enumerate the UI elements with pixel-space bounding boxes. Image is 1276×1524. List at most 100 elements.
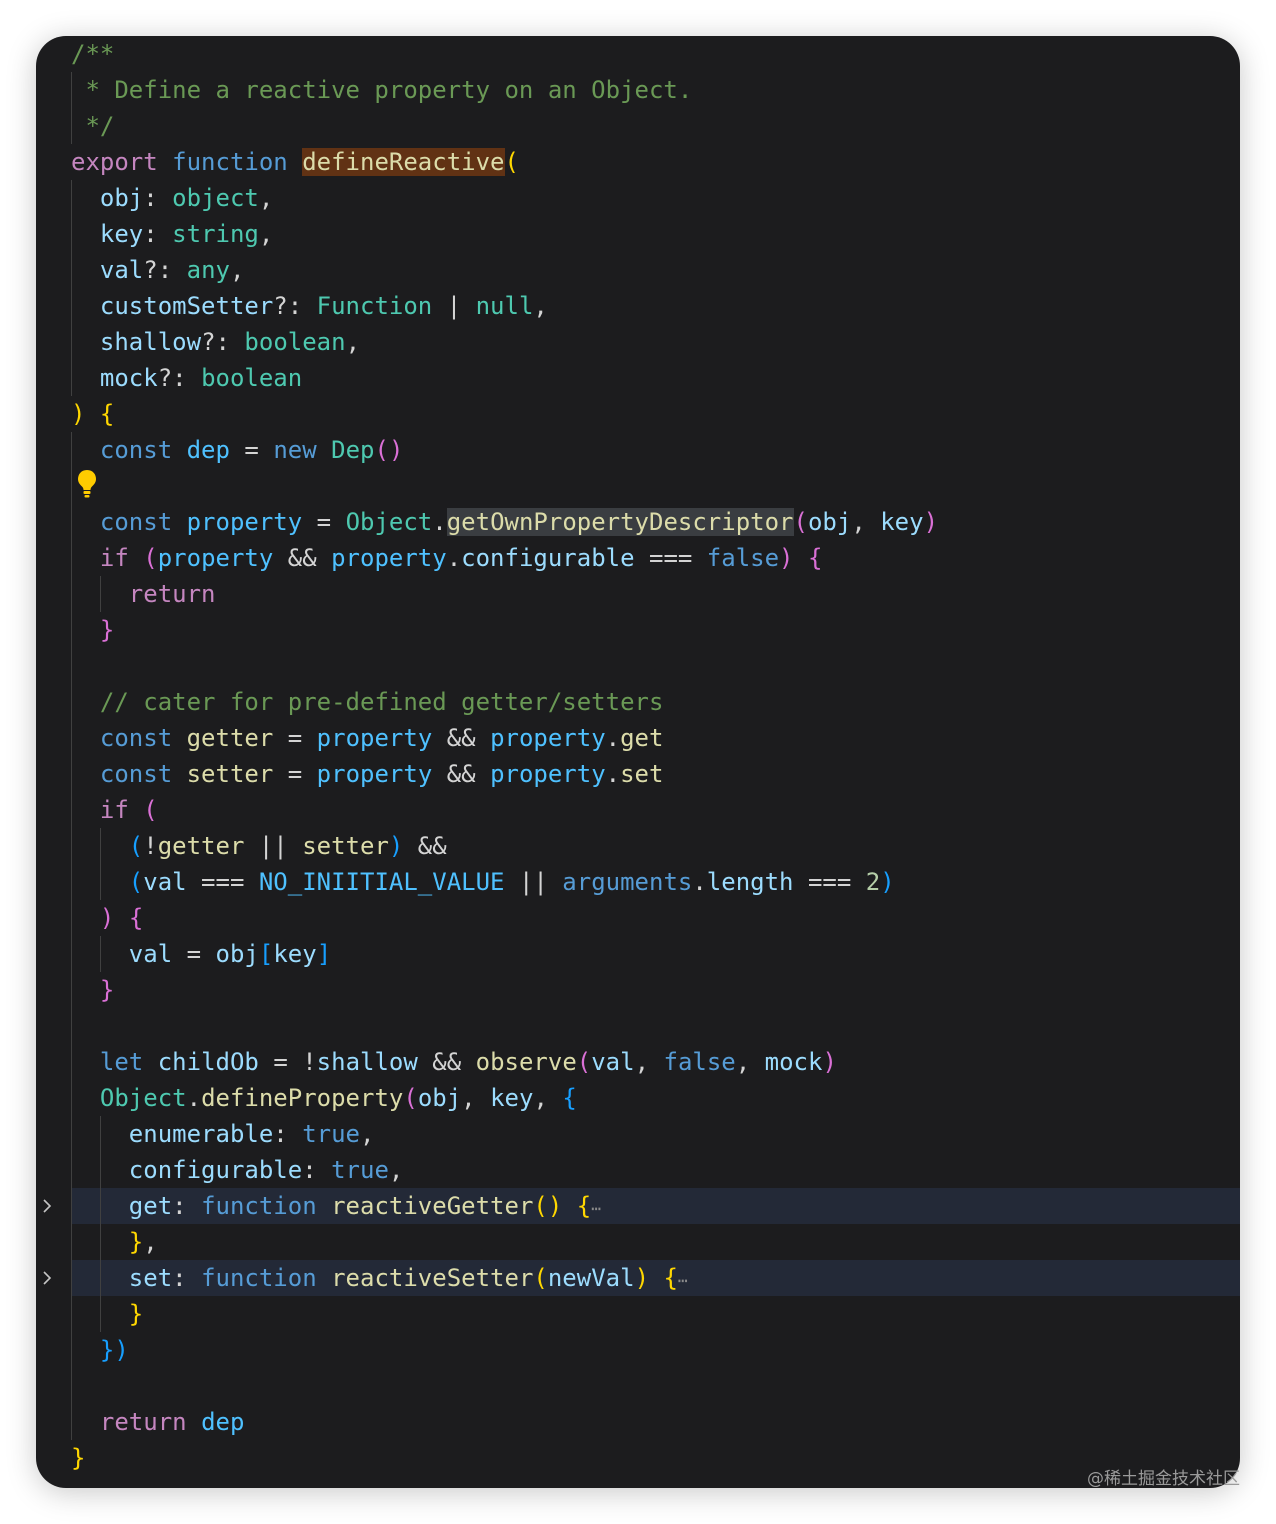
code-line-text: ) { (71, 900, 143, 936)
code-token: function (201, 1192, 317, 1220)
code-token: ( (128, 832, 144, 860)
code-line-text: * Define a reactive property on an Objec… (71, 72, 692, 108)
code-token: Object (99, 1084, 187, 1112)
code-token: , (360, 1120, 375, 1148)
code-line-text: return dep (71, 1404, 245, 1440)
code-line[interactable]: ) { (36, 900, 1240, 936)
code-token: set (620, 760, 664, 788)
code-line[interactable]: ) { (36, 396, 1240, 432)
code-line[interactable]: const property = Object.getOwnPropertyDe… (36, 504, 1240, 540)
code-token: property (490, 760, 606, 788)
indent-guide (71, 72, 72, 144)
code-token: ( (504, 148, 519, 176)
code-line[interactable]: (!getter || setter) && (36, 828, 1240, 864)
code-line[interactable]: shallow?: boolean, (36, 324, 1240, 360)
code-line[interactable]: */ (36, 108, 1240, 144)
code-line[interactable]: customSetter?: Function | null, (36, 288, 1240, 324)
code-line[interactable]: } (36, 1440, 1240, 1476)
chevron-right-icon[interactable] (38, 1188, 56, 1224)
code-token: ) (923, 508, 939, 536)
code-token: obj (807, 508, 852, 536)
code-line[interactable] (36, 1368, 1240, 1404)
code-token: = (172, 940, 216, 968)
code-line-text: val?: any, (71, 252, 245, 288)
code-line[interactable]: val?: any, (36, 252, 1240, 288)
code-token: ( (143, 796, 158, 824)
code-line[interactable]: let childOb = !shallow && observe(val, f… (36, 1044, 1240, 1080)
code-line[interactable]: Object.defineProperty(obj, key, { (36, 1080, 1240, 1116)
code-line[interactable]: enumerable: true, (36, 1116, 1240, 1152)
code-line[interactable]: val = obj[key] (36, 936, 1240, 972)
code-token: } (99, 976, 115, 1004)
code-line-text: ) { (71, 396, 114, 432)
code-token: , (461, 1084, 491, 1112)
code-token: === (793, 868, 866, 896)
code-line[interactable]: } (36, 972, 1240, 1008)
code-line[interactable] (36, 468, 1240, 504)
code-line[interactable]: configurable: true, (36, 1152, 1240, 1188)
code-line[interactable] (36, 648, 1240, 684)
code-token: function (172, 148, 288, 176)
code-token: ⋯ (591, 1199, 601, 1218)
code-token: , (258, 184, 274, 212)
code-line[interactable]: // cater for pre-defined getter/setters (36, 684, 1240, 720)
chevron-right-icon[interactable] (38, 1260, 56, 1296)
code-line[interactable]: if (property && property.configurable ==… (36, 540, 1240, 576)
code-token: . (692, 868, 707, 896)
code-token: mock (764, 1048, 823, 1076)
code-line[interactable]: }, (36, 1224, 1240, 1260)
code-line[interactable]: mock?: boolean (36, 360, 1240, 396)
code-line[interactable]: get: function reactiveGetter() {⋯ (71, 1188, 1240, 1224)
code-line[interactable]: const dep = new Dep() (36, 432, 1240, 468)
code-line[interactable]: key: string, (36, 216, 1240, 252)
code-line[interactable]: return (36, 576, 1240, 612)
code-line[interactable]: }) (36, 1332, 1240, 1368)
code-token: , (533, 1084, 563, 1112)
code-token: */ (71, 112, 115, 140)
code-line[interactable]: } (36, 1296, 1240, 1332)
code-line[interactable]: obj: object, (36, 180, 1240, 216)
code-line[interactable] (36, 1008, 1240, 1044)
code-token: === (634, 544, 707, 572)
code-line[interactable]: const getter = property && property.get (36, 720, 1240, 756)
code-line-text: mock?: boolean (71, 360, 302, 396)
code-line[interactable]: (val === NO_INIITIAL_VALUE || arguments.… (36, 864, 1240, 900)
code-line[interactable]: } (36, 612, 1240, 648)
code-token: , (143, 1228, 158, 1256)
code-token: dep (201, 1408, 245, 1436)
code-line[interactable]: export function defineReactive( (36, 144, 1240, 180)
code-line[interactable]: /** (36, 36, 1240, 72)
code-line[interactable]: return dep (36, 1404, 1240, 1440)
code-token: ) (388, 832, 404, 860)
code-token: property (316, 760, 433, 788)
code-line[interactable]: * Define a reactive property on an Objec… (36, 72, 1240, 108)
code-line[interactable]: if ( (36, 792, 1240, 828)
code-token: { (99, 400, 115, 428)
code-line[interactable]: const setter = property && property.set (36, 756, 1240, 792)
code-token: property (331, 544, 447, 572)
code-token: any (186, 256, 230, 284)
code-token: ( (143, 544, 158, 572)
code-token: () (533, 1192, 563, 1220)
indent-guide (71, 180, 72, 396)
code-line-text: enumerable: true, (71, 1116, 375, 1152)
indent-guide (99, 576, 101, 612)
indent-guide (99, 1116, 101, 1332)
indent-guide (99, 828, 101, 900)
code-line-text: const property = Object.getOwnPropertyDe… (71, 504, 938, 540)
code-token: export (71, 148, 158, 176)
code-token: childOb (157, 1048, 259, 1076)
code-area[interactable]: /** * Define a reactive property on an O… (36, 36, 1240, 1488)
code-token: arguments (562, 868, 693, 896)
code-line[interactable]: set: function reactiveSetter(newVal) {⋯ (71, 1260, 1240, 1296)
code-token: setter (186, 760, 274, 788)
lightbulb-icon[interactable] (76, 468, 98, 500)
code-token: obj (215, 940, 259, 968)
code-token: get (620, 724, 664, 752)
code-line-text: const setter = property && property.set (71, 756, 664, 792)
